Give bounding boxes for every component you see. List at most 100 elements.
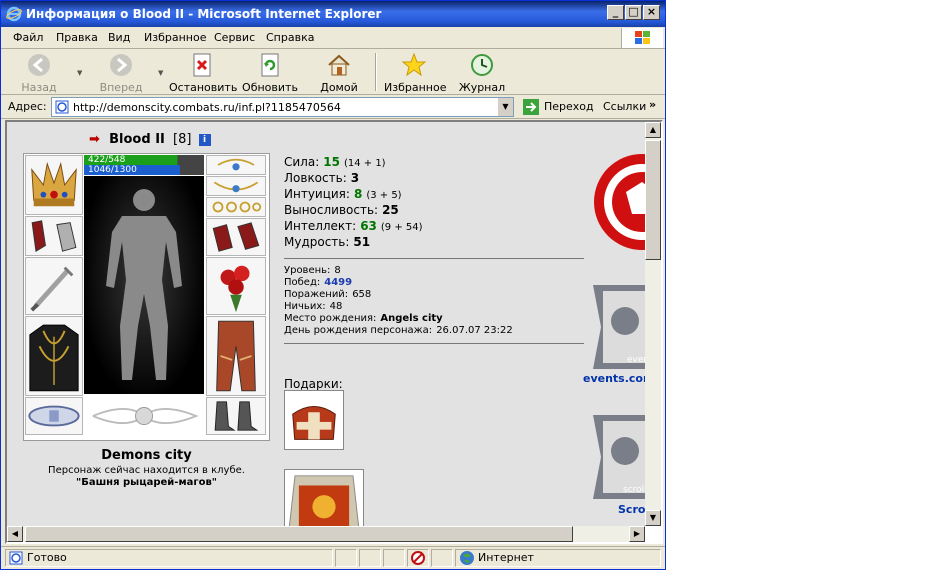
info-label: День рождения персонажа: bbox=[284, 325, 433, 336]
scroll-link[interactable]: Scroll bbox=[618, 503, 645, 516]
scroll-right-icon[interactable]: ▶ bbox=[629, 526, 645, 542]
info-row: Уровень: 8 bbox=[284, 265, 584, 277]
refresh-label: Обновить bbox=[242, 81, 298, 94]
stat-value: 3 bbox=[350, 171, 360, 185]
hp-bar: 422/548 bbox=[84, 155, 204, 165]
vertical-scrollbar[interactable]: ▲ ▼ bbox=[645, 122, 661, 526]
favorites-button[interactable]: Избранное bbox=[384, 52, 447, 94]
slot-shield[interactable] bbox=[206, 257, 266, 315]
history-label: Журнал bbox=[458, 81, 506, 94]
favorites-label: Избранное bbox=[384, 81, 447, 94]
address-field[interactable]: ▼ bbox=[51, 97, 514, 117]
slot-amulet[interactable] bbox=[206, 176, 266, 196]
club-note: Персонаж сейчас находится в клубе. bbox=[48, 465, 245, 476]
minimize-button[interactable]: _ bbox=[607, 5, 624, 20]
menu-file[interactable]: Файл bbox=[13, 31, 43, 44]
clan-emblem bbox=[86, 397, 203, 435]
top-banner[interactable] bbox=[592, 152, 645, 252]
security-zone: Интернет bbox=[478, 551, 534, 564]
address-bar: Адрес: ▼ Переход Ссылки » bbox=[1, 95, 665, 119]
window-title: Информация о Blood II - Microsoft Intern… bbox=[26, 7, 382, 21]
address-input[interactable] bbox=[73, 99, 493, 115]
maximize-button[interactable]: □ bbox=[625, 5, 642, 20]
divider bbox=[284, 343, 584, 344]
info-row: Ничьих: 48 bbox=[284, 301, 584, 313]
stat-label: Сила: bbox=[284, 155, 320, 169]
events-link[interactable]: events.com bbox=[583, 372, 645, 385]
stat-value: 15 bbox=[323, 155, 340, 169]
menu-favorites[interactable]: Избранное bbox=[144, 31, 206, 44]
menu-view[interactable]: Вид bbox=[108, 31, 130, 44]
slot-helmet[interactable] bbox=[25, 155, 83, 215]
character-silhouette-icon bbox=[106, 189, 182, 380]
scroll-left-icon[interactable]: ◀ bbox=[7, 526, 23, 542]
slot-pants[interactable] bbox=[206, 316, 266, 396]
info-value: 658 bbox=[352, 289, 372, 300]
go-arrow-icon bbox=[523, 99, 539, 115]
gift-item[interactable] bbox=[284, 390, 344, 450]
forward-dropdown-icon[interactable]: ▼ bbox=[158, 69, 163, 77]
forward-arrow-icon bbox=[110, 54, 132, 76]
toolbar: Назад ▼ Вперед ▼ Остановить Обновить Дом… bbox=[1, 49, 665, 95]
slot-bracers[interactable] bbox=[25, 216, 83, 256]
slot-weapon[interactable] bbox=[25, 257, 83, 315]
info-icon[interactable]: i bbox=[198, 134, 211, 146]
close-button[interactable]: × bbox=[643, 5, 660, 20]
menu-edit[interactable]: Правка bbox=[56, 31, 98, 44]
go-button[interactable]: Переход bbox=[520, 97, 596, 117]
scroll-up-icon[interactable]: ▲ bbox=[645, 122, 661, 138]
stop-label: Остановить bbox=[169, 81, 238, 94]
stop-button[interactable]: Остановить bbox=[169, 52, 238, 94]
info-list: Уровень: 8 Побед: 4499 Поражений: 658 Ничьи… bbox=[284, 265, 584, 337]
favorites-star-icon bbox=[401, 52, 427, 77]
page-viewport: ➡ Blood II [8] i 422/548 1046/1300 Demon… bbox=[5, 120, 663, 544]
scroll-banner-caption: scroll bbox=[623, 485, 645, 495]
info-label: Поражений: bbox=[284, 289, 349, 300]
links-chevron-icon[interactable]: » bbox=[649, 98, 656, 111]
stat-value: 63 bbox=[360, 219, 377, 233]
menu-tools[interactable]: Сервис bbox=[214, 31, 255, 44]
home-icon bbox=[328, 54, 350, 76]
character-header: ➡ Blood II [8] i bbox=[89, 132, 211, 148]
bracers-icon bbox=[31, 220, 77, 252]
info-label: Побед: bbox=[284, 277, 321, 288]
scroll-down-icon[interactable]: ▼ bbox=[645, 510, 661, 526]
status-cell bbox=[335, 549, 357, 567]
forward-button[interactable]: Вперед bbox=[97, 52, 145, 94]
events-banner[interactable]: events bbox=[589, 277, 645, 372]
horizontal-scroll-thumb[interactable] bbox=[25, 526, 573, 542]
back-button[interactable]: Назад bbox=[15, 52, 63, 94]
info-row: День рождения персонажа: 26.07.07 23:22 bbox=[284, 325, 584, 337]
city-name: Demons city bbox=[101, 448, 192, 463]
gift-bag-icon bbox=[292, 405, 336, 440]
stat-label: Интеллект: bbox=[284, 219, 357, 233]
scroll-banner[interactable]: scroll bbox=[589, 407, 645, 502]
vertical-scroll-thumb[interactable] bbox=[645, 140, 661, 260]
history-button[interactable]: Журнал bbox=[457, 52, 507, 94]
arrow-right-icon[interactable]: ➡ bbox=[89, 132, 105, 147]
slot-armor[interactable] bbox=[25, 316, 83, 396]
home-button[interactable]: Домой bbox=[317, 52, 361, 94]
slot-boots[interactable] bbox=[206, 397, 266, 435]
horizontal-scrollbar[interactable]: ◀ ▶ bbox=[7, 526, 645, 542]
status-cell bbox=[359, 549, 381, 567]
back-dropdown-icon[interactable]: ▼ bbox=[77, 69, 82, 77]
popup-blocked-icon[interactable] bbox=[410, 550, 426, 566]
slot-rings[interactable] bbox=[206, 197, 266, 217]
gift-item[interactable] bbox=[284, 469, 364, 526]
slot-earrings[interactable] bbox=[206, 155, 266, 175]
menu-bar: Файл Правка Вид Избранное Сервис Справка bbox=[1, 27, 665, 49]
back-label: Назад bbox=[21, 81, 57, 94]
menu-help[interactable]: Справка bbox=[266, 31, 314, 44]
address-dropdown-icon[interactable]: ▼ bbox=[497, 98, 513, 116]
forward-label: Вперед bbox=[99, 81, 143, 94]
slot-gloves[interactable] bbox=[206, 218, 266, 256]
refresh-button[interactable]: Обновить bbox=[241, 52, 299, 94]
home-label: Домой bbox=[320, 81, 358, 94]
slot-belt[interactable] bbox=[25, 397, 83, 435]
info-value: 48 bbox=[329, 301, 343, 312]
stat-value: 25 bbox=[382, 203, 399, 217]
title-bar[interactable]: Информация о Blood II - Microsoft Intern… bbox=[1, 1, 665, 27]
links-label[interactable]: Ссылки bbox=[603, 100, 646, 113]
stat-row: Интеллект: 63 (9 + 54) bbox=[284, 219, 584, 235]
